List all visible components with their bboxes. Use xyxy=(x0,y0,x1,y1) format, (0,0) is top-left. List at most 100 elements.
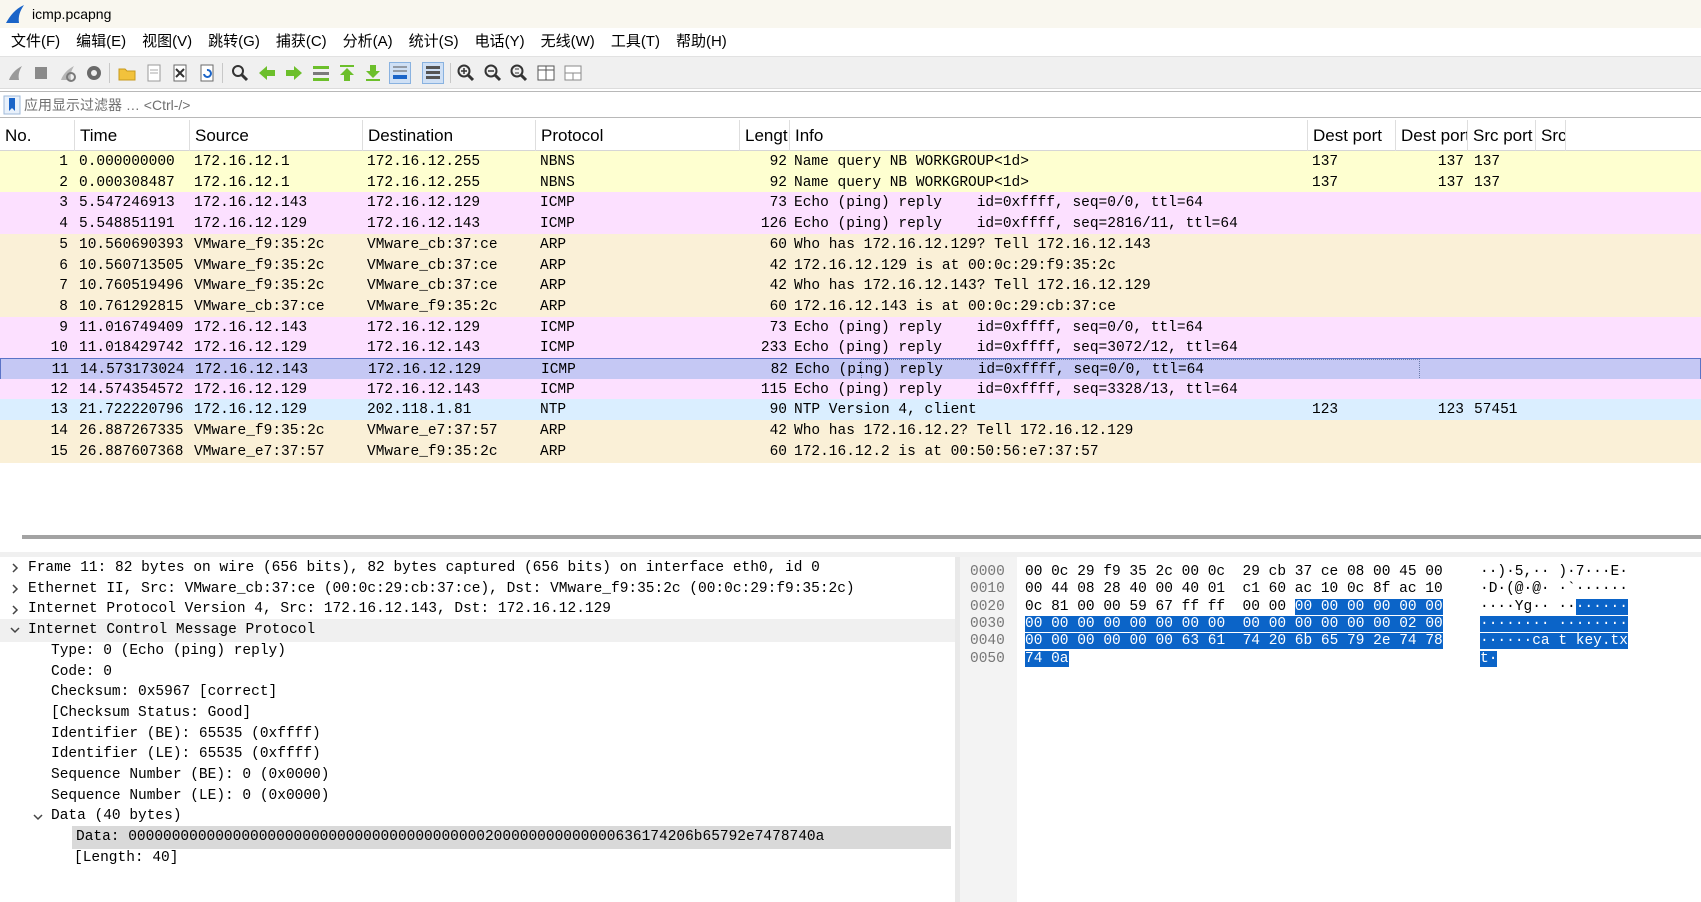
column-header-4[interactable]: Protocol xyxy=(536,120,740,151)
close-file-icon[interactable] xyxy=(169,62,191,84)
menu-item-7[interactable]: 电话(Y) xyxy=(467,28,533,56)
menu-item-9[interactable]: 工具(T) xyxy=(603,28,668,56)
hex-row[interactable]: 0010 00 44 08 28 40 00 40 01 c1 60 ac 10 … xyxy=(960,580,1701,599)
packet-cell-len: 233 xyxy=(760,340,787,357)
first-packet-icon[interactable] xyxy=(336,62,358,84)
packet-cell-proto: ICMP xyxy=(540,195,575,212)
find-packet-icon[interactable] xyxy=(229,62,251,84)
go-forward-icon[interactable] xyxy=(283,62,305,84)
chevron-down-icon[interactable] xyxy=(8,619,22,642)
hex-bytes: 00 00 00 00 00 00 00 00 00 00 00 00 00 0… xyxy=(1025,615,1443,632)
details-row[interactable]: Sequence Number (LE): 0 (0x0000) xyxy=(0,785,955,808)
display-filter-input[interactable] xyxy=(24,92,1700,117)
packet-row[interactable]: 7 10.760519496 VMware_f9:35:2c VMware_cb:37… xyxy=(0,275,1701,298)
details-row[interactable]: Checksum: 0x5967 [correct] xyxy=(0,681,955,704)
packet-cell-proto: ICMP xyxy=(540,216,575,233)
packet-cell-src: VMware_cb:37:ce xyxy=(194,298,325,315)
packet-row[interactable]: 2 0.000308487 172.16.12.1 172.16.12.255 NBNS… xyxy=(0,171,1701,195)
details-row[interactable]: Sequence Number (BE): 0 (0x0000) xyxy=(0,764,955,787)
packet-cell-no: 8 xyxy=(59,298,68,315)
column-header-1[interactable]: Time xyxy=(75,120,190,151)
details-row[interactable]: Identifier (BE): 65535 (0xffff) xyxy=(0,723,955,746)
menu-item-2[interactable]: 视图(V) xyxy=(134,28,200,56)
menu-item-8[interactable]: 无线(W) xyxy=(533,28,603,56)
packet-cell-time: 11.018429742 xyxy=(79,340,184,357)
details-row[interactable]: Ethernet II, Src: VMware_cb:37:ce (00:0c… xyxy=(0,578,955,601)
hex-ascii: ········ ········ xyxy=(1480,615,1628,632)
menu-item-0[interactable]: 文件(F) xyxy=(3,28,68,56)
go-to-packet-icon[interactable] xyxy=(310,62,332,84)
chevron-right-icon[interactable] xyxy=(8,598,22,621)
details-row[interactable]: Data (40 bytes) xyxy=(0,805,955,828)
details-row[interactable]: [Checksum Status: Good] xyxy=(0,702,955,725)
hex-row[interactable]: 0030 00 00 00 00 00 00 00 00 00 00 00 00 … xyxy=(960,615,1701,634)
packet-row[interactable]: 6 10.560713505 VMware_f9:35:2c VMware_cb:37… xyxy=(0,254,1701,277)
menu-item-6[interactable]: 统计(S) xyxy=(401,28,467,56)
column-header-0[interactable]: No. xyxy=(0,120,75,151)
column-header-8[interactable]: Dest port xyxy=(1396,120,1468,151)
normal-size-icon[interactable] xyxy=(508,62,530,84)
bookmark-icon[interactable] xyxy=(3,95,21,115)
horizontal-scrollbar[interactable] xyxy=(22,535,1701,539)
column-header-6[interactable]: Info xyxy=(790,120,1308,151)
resize-columns-icon[interactable] xyxy=(535,62,557,84)
reload-file-icon[interactable] xyxy=(196,62,218,84)
packet-row[interactable]: 5 10.560690393 VMware_f9:35:2c VMware_cb:37… xyxy=(0,233,1701,257)
packet-row[interactable]: 3 5.547246913 172.16.12.143 172.16.12.129 IC… xyxy=(0,192,1701,215)
packet-cell-len: 115 xyxy=(760,381,787,398)
menu-item-1[interactable]: 编辑(E) xyxy=(68,28,134,56)
column-header-2[interactable]: Source xyxy=(190,120,363,151)
colorize-icon[interactable] xyxy=(422,62,444,84)
chevron-right-icon[interactable] xyxy=(8,578,22,601)
packet-row[interactable]: 8 10.761292815 VMware_cb:37:ce VMware_f9:35… xyxy=(0,295,1701,319)
autoscroll-icon[interactable] xyxy=(389,62,411,84)
hex-row[interactable]: 0020 0c 81 00 00 59 67 ff ff 00 00 00 00 … xyxy=(960,598,1701,617)
details-row[interactable]: Code: 0 xyxy=(0,661,955,684)
details-row[interactable]: Internet Protocol Version 4, Src: 172.16… xyxy=(0,598,955,621)
zoom-in-icon[interactable] xyxy=(455,62,477,84)
details-row[interactable]: Data: 0000000000000000000000000000000000… xyxy=(0,826,955,849)
packet-row[interactable]: 9 11.016749409 172.16.12.143 172.16.12.129 I… xyxy=(0,316,1701,340)
packet-row[interactable]: 1 0.000000000 172.16.12.1 172.16.12.255 NBNS… xyxy=(0,151,1701,174)
zoom-out-icon[interactable] xyxy=(482,62,504,84)
column-header-3[interactable]: Destination xyxy=(363,120,536,151)
details-row[interactable]: Identifier (LE): 65535 (0xffff) xyxy=(0,743,955,766)
details-text: Code: 0 xyxy=(51,663,112,680)
packet-bytes-pane: 0000 00 0c 29 f9 35 2c 00 0c 29 cb 37 ce … xyxy=(960,557,1701,902)
restart-capture-icon[interactable] xyxy=(56,62,78,84)
details-row[interactable]: [Length: 40] xyxy=(0,847,955,870)
packet-row[interactable]: 13 21.722220796 172.16.12.129 202.118.1.81 N… xyxy=(0,399,1701,422)
packet-row[interactable]: 10 11.018429742 172.16.12.129 172.16.12.143… xyxy=(0,337,1701,360)
open-file-icon[interactable] xyxy=(116,62,138,84)
save-file-icon[interactable] xyxy=(143,62,165,84)
hex-row[interactable]: 0000 00 0c 29 f9 35 2c 00 0c 29 cb 37 ce … xyxy=(960,563,1701,582)
capture-options-icon[interactable] xyxy=(83,62,105,84)
hex-row[interactable]: 0050 74 0a t· xyxy=(960,650,1701,669)
column-header-5[interactable]: Lengt xyxy=(740,120,790,151)
details-row[interactable]: Type: 0 (Echo (ping) reply) xyxy=(0,640,955,663)
menu-item-10[interactable]: 帮助(H) xyxy=(668,28,735,56)
go-back-icon[interactable] xyxy=(256,62,278,84)
layout-icon[interactable] xyxy=(562,62,584,84)
column-header-9[interactable]: Src port xyxy=(1468,120,1536,151)
packet-row[interactable]: 14 26.887267335 VMware_f9:35:2c VMware_e7:3… xyxy=(0,420,1701,443)
packet-row[interactable]: 15 26.887607368 VMware_e7:37:57 VMware_f9:3… xyxy=(0,440,1701,464)
column-header-10[interactable]: Src xyxy=(1536,120,1566,151)
packet-row[interactable]: 4 5.548851191 172.16.12.129 172.16.12.143 IC… xyxy=(0,213,1701,236)
menu-item-4[interactable]: 捕获(C) xyxy=(268,28,335,56)
hex-row[interactable]: 0040 00 00 00 00 00 00 63 61 74 20 6b 65 … xyxy=(960,632,1701,651)
menu-item-3[interactable]: 跳转(G) xyxy=(200,28,268,56)
menu-item-5[interactable]: 分析(A) xyxy=(335,28,401,56)
stop-capture-icon[interactable] xyxy=(30,62,52,84)
column-header-7[interactable]: Dest port xyxy=(1308,120,1396,151)
packet-row-selected[interactable]: 11 14.573173024 172.16.12.143 172.16.12.129… xyxy=(0,358,1701,381)
details-text: [Length: 40] xyxy=(74,849,179,866)
start-capture-icon[interactable] xyxy=(4,62,26,84)
main-toolbar xyxy=(0,56,1701,89)
last-packet-icon[interactable] xyxy=(362,62,384,84)
details-row[interactable]: Frame 11: 82 bytes on wire (656 bits), 8… xyxy=(0,557,955,580)
details-row[interactable]: Internet Control Message Protocol xyxy=(0,619,955,642)
chevron-down-icon[interactable] xyxy=(31,805,45,828)
chevron-right-icon[interactable] xyxy=(8,557,22,580)
packet-row[interactable]: 12 14.574354572 172.16.12.129 172.16.12.143… xyxy=(0,378,1701,402)
